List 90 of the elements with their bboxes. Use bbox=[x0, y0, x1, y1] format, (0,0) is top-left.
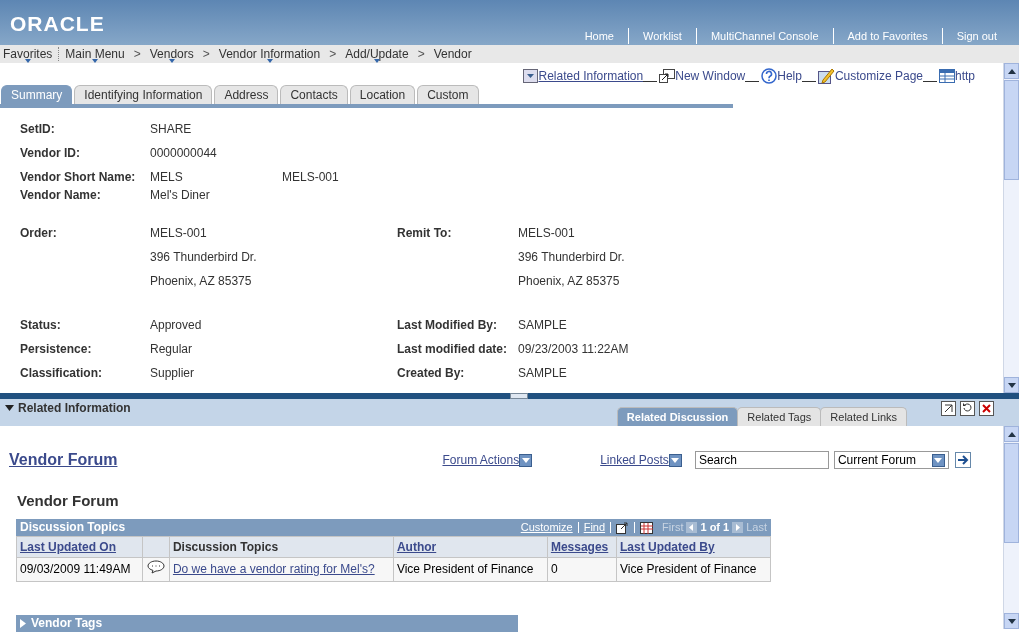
page-link[interactable]: Related Information bbox=[538, 67, 644, 85]
search-field[interactable]: Search bbox=[694, 451, 829, 469]
field-value: Mel's Diner bbox=[150, 187, 211, 204]
scope-select[interactable]: Current Forum bbox=[833, 451, 949, 469]
field-label: Vendor ID: bbox=[20, 145, 81, 162]
section-title: Vendor Tags bbox=[31, 615, 103, 632]
menu-link[interactable]: Linked Posts bbox=[600, 451, 669, 469]
related-tab[interactable]: Related Tags bbox=[737, 407, 822, 426]
field-value: SAMPLE bbox=[518, 365, 567, 382]
table-cell: Vice President of Finance bbox=[619, 562, 757, 576]
page-tab[interactable]: Custom bbox=[417, 85, 479, 104]
scroll-thumb[interactable] bbox=[1004, 443, 1019, 543]
breadcrumb-item[interactable]: Vendor bbox=[433, 45, 472, 63]
scrollbar[interactable] bbox=[1003, 426, 1019, 629]
breadcrumb-separator: > bbox=[329, 46, 337, 63]
page-tab[interactable]: Contacts bbox=[280, 85, 348, 104]
address-line: MELS-001 bbox=[150, 225, 208, 242]
field-value: SHARE bbox=[150, 121, 193, 138]
field-value: Regular bbox=[150, 341, 193, 358]
page-tab[interactable]: Address bbox=[214, 85, 279, 104]
field-value: Supplier bbox=[150, 365, 195, 382]
field-label: Classification: bbox=[20, 365, 104, 382]
field-value: MELS bbox=[150, 169, 184, 186]
grid-title: Discussion Topics bbox=[20, 519, 126, 536]
page-tab[interactable]: Identifying Information bbox=[74, 85, 213, 104]
refresh-icon[interactable] bbox=[960, 401, 975, 416]
splitter-handle[interactable] bbox=[510, 393, 528, 399]
column-header: Discussion Topics bbox=[172, 539, 279, 554]
field-label: Vendor Short Name: bbox=[20, 169, 137, 186]
field-value: 09/23/2003 11:22AM bbox=[518, 341, 629, 358]
logo: ORACLE bbox=[10, 11, 105, 37]
spreadsheet-icon[interactable] bbox=[640, 520, 654, 534]
dropdown-icon[interactable] bbox=[931, 453, 945, 467]
breadcrumb-separator: > bbox=[133, 46, 141, 63]
breadcrumb-separator: > bbox=[202, 46, 210, 63]
table-icon[interactable] bbox=[939, 69, 955, 83]
breadcrumb-item[interactable]: Vendors bbox=[149, 45, 194, 63]
field-label: Persistence: bbox=[20, 341, 93, 358]
panel-title: Related Information bbox=[18, 400, 131, 417]
page-link[interactable]: New Window bbox=[675, 67, 746, 85]
scroll-up-icon[interactable] bbox=[1004, 426, 1019, 442]
scroll-up-icon[interactable] bbox=[1004, 63, 1019, 79]
dropdown-icon[interactable] bbox=[668, 453, 682, 467]
page-link[interactable]: Help bbox=[777, 67, 802, 85]
pencil-icon[interactable] bbox=[817, 68, 835, 84]
field-label: Order: bbox=[20, 225, 58, 242]
address-line: MELS-001 bbox=[518, 225, 576, 242]
table-cell: 09/03/2009 11:49AM bbox=[20, 562, 131, 576]
breadcrumb-item[interactable]: Main Menu bbox=[65, 45, 125, 63]
address-line: Phoenix, AZ 85375 bbox=[518, 273, 621, 290]
page-count: 1 of 1 bbox=[700, 519, 730, 535]
arrow-right-icon[interactable] bbox=[954, 452, 971, 468]
forum-title[interactable]: Vendor Forum bbox=[9, 448, 118, 472]
page-link[interactable]: Customize Page bbox=[834, 67, 923, 85]
address-line: 396 Thunderbird Dr. bbox=[150, 249, 257, 266]
dropdown-icon[interactable] bbox=[519, 453, 533, 467]
section-heading: Vendor Forum bbox=[17, 491, 120, 511]
dropdown-icon[interactable] bbox=[523, 69, 539, 83]
address-line: 396 Thunderbird Dr. bbox=[518, 249, 625, 266]
page-link[interactable]: http bbox=[955, 67, 975, 85]
help-icon[interactable] bbox=[761, 68, 778, 84]
collapse-caret-icon[interactable] bbox=[5, 405, 14, 411]
menu-link[interactable]: Forum Actions bbox=[442, 451, 520, 469]
scroll-thumb[interactable] bbox=[1004, 80, 1019, 180]
breadcrumb-separator: > bbox=[417, 46, 425, 63]
zoom-icon[interactable] bbox=[616, 520, 630, 534]
popout-icon[interactable] bbox=[941, 401, 956, 416]
page-tab[interactable]: Location bbox=[349, 85, 416, 104]
table-cell: 0 bbox=[550, 562, 558, 576]
field-label: SetID: bbox=[20, 121, 56, 138]
address-line: Phoenix, AZ 85375 bbox=[150, 273, 253, 290]
related-tab[interactable]: Related Links bbox=[820, 407, 907, 426]
table-cell: Vice President of Finance bbox=[396, 562, 534, 576]
field-value: MELS-001 bbox=[282, 169, 339, 186]
field-value: 0000000044 bbox=[150, 145, 218, 162]
breadcrumb-item[interactable]: Add/Update bbox=[345, 45, 409, 63]
breadcrumb-item[interactable]: Favorites bbox=[3, 45, 53, 63]
field-value: Approved bbox=[150, 317, 202, 334]
scroll-down-icon[interactable] bbox=[1004, 377, 1019, 393]
field-label: Vendor Name: bbox=[20, 187, 102, 204]
scroll-down-icon[interactable] bbox=[1004, 613, 1019, 629]
scrollbar[interactable] bbox=[1003, 63, 1019, 393]
field-value: SAMPLE bbox=[518, 317, 567, 334]
close-icon[interactable] bbox=[979, 401, 994, 416]
speech-bubble-icon[interactable] bbox=[147, 559, 165, 574]
column-header[interactable]: Author bbox=[396, 539, 437, 554]
new-window-icon[interactable] bbox=[659, 69, 676, 83]
expand-caret-icon[interactable] bbox=[20, 618, 26, 628]
breadcrumb-item[interactable]: Vendor Information bbox=[218, 45, 321, 63]
field-label: Status: bbox=[20, 317, 62, 334]
